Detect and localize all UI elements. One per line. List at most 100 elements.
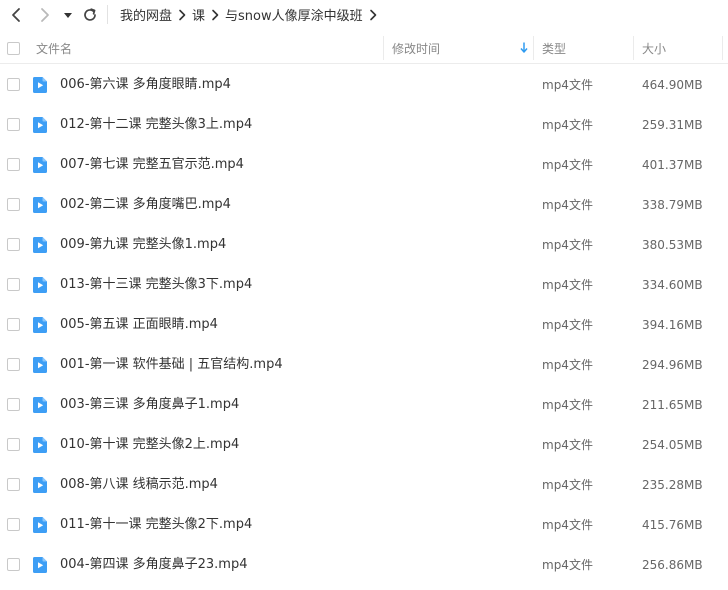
column-divider: [533, 36, 534, 60]
video-file-icon: [31, 356, 49, 378]
row-checkbox[interactable]: [7, 518, 20, 531]
refresh-button[interactable]: [79, 4, 101, 26]
row-checkbox[interactable]: [7, 558, 20, 571]
file-type: mp4文件: [542, 278, 593, 292]
breadcrumb-item-current-folder[interactable]: 与snow人像厚涂中级班: [225, 5, 363, 24]
file-name[interactable]: 001-第一课 软件基础 | 五官结构.mp4: [60, 345, 283, 385]
select-all-checkbox[interactable]: [7, 32, 20, 64]
table-row[interactable]: 003-第三课 多角度鼻子1.mp4 mp4文件 211.65MB: [0, 385, 728, 425]
file-size: 294.96MB: [642, 358, 703, 372]
file-list-header: 文件名 修改时间 类型 大小: [0, 32, 728, 64]
sort-descending-icon: [520, 42, 528, 56]
chevron-right-icon: [172, 9, 192, 21]
row-checkbox[interactable]: [7, 438, 20, 451]
chevron-right-icon[interactable]: [363, 9, 383, 21]
file-type: mp4文件: [542, 118, 593, 132]
video-file-icon: [31, 436, 49, 458]
column-divider: [633, 36, 634, 60]
file-type: mp4文件: [542, 558, 593, 572]
table-row[interactable]: 009-第九课 完整头像1.mp4 mp4文件 380.53MB: [0, 225, 728, 265]
file-type: mp4文件: [542, 358, 593, 372]
video-file-icon: [31, 236, 49, 258]
file-type: mp4文件: [542, 198, 593, 212]
row-checkbox[interactable]: [7, 278, 20, 291]
file-size: 334.60MB: [642, 278, 703, 292]
video-file-icon: [31, 196, 49, 218]
row-checkbox[interactable]: [7, 318, 20, 331]
file-type: mp4文件: [542, 438, 593, 452]
table-row[interactable]: 004-第四课 多角度鼻子23.mp4 mp4文件 256.86MB: [0, 545, 728, 585]
file-name[interactable]: 004-第四课 多角度鼻子23.mp4: [60, 545, 248, 585]
toolbar-divider: [107, 5, 108, 24]
file-type: mp4文件: [542, 318, 593, 332]
caret-down-icon: [64, 13, 72, 18]
row-checkbox[interactable]: [7, 358, 20, 371]
table-row[interactable]: 007-第七课 完整五官示范.mp4 mp4文件 401.37MB: [0, 145, 728, 185]
table-row[interactable]: 011-第十一课 完整头像2下.mp4 mp4文件 415.76MB: [0, 505, 728, 545]
table-row[interactable]: 006-第六课 多角度眼睛.mp4 mp4文件 464.90MB: [0, 65, 728, 105]
file-name[interactable]: 011-第十一课 完整头像2下.mp4: [60, 505, 252, 545]
column-header-modified[interactable]: 修改时间: [392, 32, 532, 64]
file-type: mp4文件: [542, 158, 593, 172]
table-row[interactable]: 012-第十二课 完整头像3上.mp4 mp4文件 259.31MB: [0, 105, 728, 145]
video-file-icon: [31, 116, 49, 138]
row-checkbox[interactable]: [7, 78, 20, 91]
video-file-icon: [31, 516, 49, 538]
file-name[interactable]: 005-第五课 正面眼睛.mp4: [60, 305, 218, 345]
row-checkbox[interactable]: [7, 118, 20, 131]
forward-icon: [41, 8, 49, 22]
table-row[interactable]: 005-第五课 正面眼睛.mp4 mp4文件 394.16MB: [0, 305, 728, 345]
file-size: 464.90MB: [642, 78, 703, 92]
table-row[interactable]: 008-第八课 线稿示范.mp4 mp4文件 235.28MB: [0, 465, 728, 505]
file-size: 256.86MB: [642, 558, 703, 572]
row-checkbox[interactable]: [7, 198, 20, 211]
file-size: 401.37MB: [642, 158, 703, 172]
file-type: mp4文件: [542, 478, 593, 492]
column-header-name[interactable]: 文件名: [36, 32, 72, 64]
file-name[interactable]: 007-第七课 完整五官示范.mp4: [60, 145, 244, 185]
table-row[interactable]: 013-第十三课 完整头像3下.mp4 mp4文件 334.60MB: [0, 265, 728, 305]
file-size: 415.76MB: [642, 518, 703, 532]
column-header-size[interactable]: 大小: [642, 32, 666, 64]
column-divider: [722, 36, 723, 60]
breadcrumb: 我的网盘 课 与snow人像厚涂中级班: [120, 0, 383, 29]
back-button[interactable]: [5, 4, 27, 26]
history-dropdown-button[interactable]: [60, 4, 76, 26]
video-file-icon: [31, 156, 49, 178]
file-name[interactable]: 008-第八课 线稿示范.mp4: [60, 465, 218, 505]
video-file-icon: [31, 476, 49, 498]
video-file-icon: [31, 396, 49, 418]
file-size: 380.53MB: [642, 238, 703, 252]
column-divider: [383, 36, 384, 60]
file-name[interactable]: 012-第十二课 完整头像3上.mp4: [60, 105, 252, 145]
row-checkbox[interactable]: [7, 238, 20, 251]
forward-button[interactable]: [34, 4, 56, 26]
breadcrumb-item-root[interactable]: 我的网盘: [120, 5, 172, 24]
column-header-type[interactable]: 类型: [542, 32, 566, 64]
table-row[interactable]: 010-第十课 完整头像2上.mp4 mp4文件 254.05MB: [0, 425, 728, 465]
row-checkbox[interactable]: [7, 398, 20, 411]
column-header-modified-label: 修改时间: [392, 41, 441, 56]
file-name[interactable]: 006-第六课 多角度眼睛.mp4: [60, 65, 231, 105]
breadcrumb-item-course[interactable]: 课: [192, 5, 205, 24]
file-name[interactable]: 010-第十课 完整头像2上.mp4: [60, 425, 239, 465]
chevron-right-icon: [205, 9, 225, 21]
file-size: 259.31MB: [642, 118, 703, 132]
back-icon: [12, 8, 20, 22]
file-type: mp4文件: [542, 518, 593, 532]
file-size: 254.05MB: [642, 438, 703, 452]
table-row[interactable]: 002-第二课 多角度嘴巴.mp4 mp4文件 338.79MB: [0, 185, 728, 225]
file-name[interactable]: 009-第九课 完整头像1.mp4: [60, 225, 226, 265]
file-list: 006-第六课 多角度眼睛.mp4 mp4文件 464.90MB 012-第十二课 完…: [0, 65, 728, 585]
table-row[interactable]: 001-第一课 软件基础 | 五官结构.mp4 mp4文件 294.96MB: [0, 345, 728, 385]
row-checkbox[interactable]: [7, 158, 20, 171]
video-file-icon: [31, 316, 49, 338]
file-name[interactable]: 003-第三课 多角度鼻子1.mp4: [60, 385, 239, 425]
row-checkbox[interactable]: [7, 478, 20, 491]
refresh-icon: [84, 8, 96, 21]
video-file-icon: [31, 556, 49, 578]
file-name[interactable]: 002-第二课 多角度嘴巴.mp4: [60, 185, 231, 225]
file-name[interactable]: 013-第十三课 完整头像3下.mp4: [60, 265, 252, 305]
video-file-icon: [31, 76, 49, 98]
file-size: 338.79MB: [642, 198, 703, 212]
